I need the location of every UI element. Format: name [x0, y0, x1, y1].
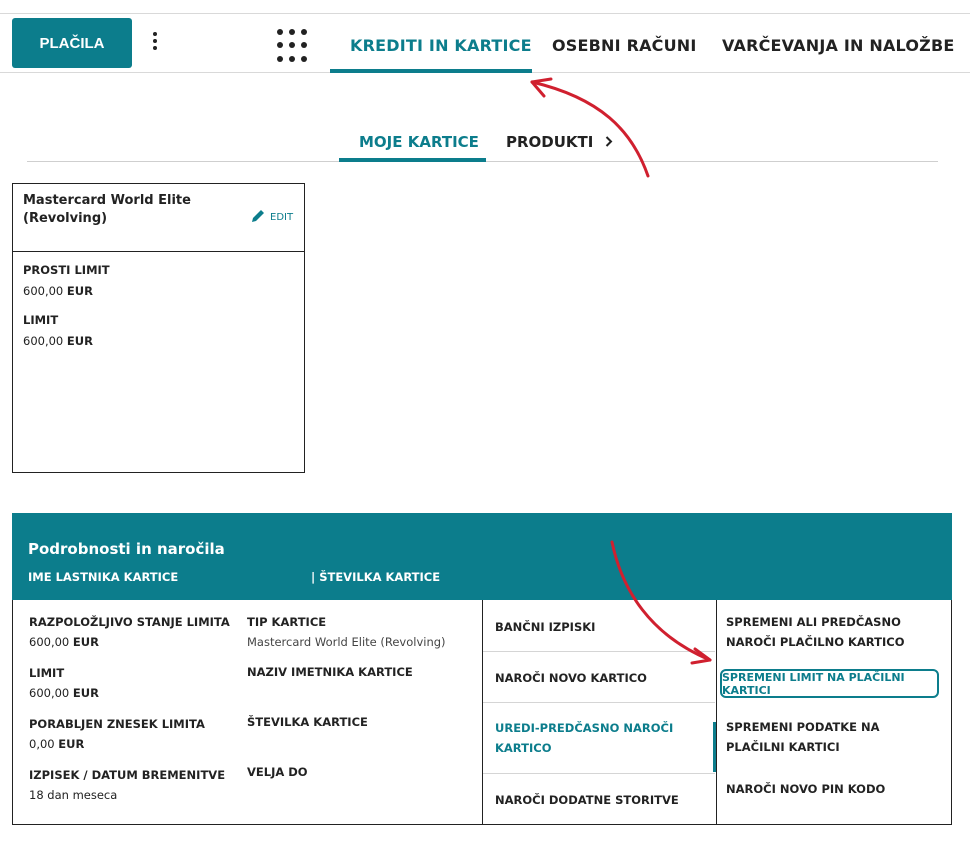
holder-name-label: NAZIV IMETNIKA KARTICE: [247, 665, 413, 679]
menu-additional-services[interactable]: NAROČI DODATNE STORITVE: [483, 790, 715, 810]
tab-my-cards[interactable]: MOJE KARTICE: [359, 133, 479, 151]
menu-edit-card[interactable]: UREDI-PREDČASNO NAROČI KARTICO: [483, 718, 703, 758]
tab-savings-and-investments[interactable]: VARČEVANJA IN NALOŽBE: [722, 36, 955, 55]
limit-info: LIMIT 600,00 EUR: [29, 666, 99, 700]
option-change-limit[interactable]: SPREMENI LIMIT NA PLAČILNI KARTICI: [720, 669, 939, 698]
statement-date: IZPISEK / DATUM BREMENITVE 18 dan meseca: [29, 768, 226, 802]
chevron-right-icon: [605, 133, 613, 151]
edit-button[interactable]: EDIT: [250, 208, 293, 227]
tab-products[interactable]: PRODUKTI: [506, 133, 613, 151]
menu-order-new-card[interactable]: NAROČI NOVO KARTICO: [483, 668, 715, 688]
option-change-card[interactable]: SPREMENI ALI PREDČASNO NAROČI PLAČILNO K…: [726, 612, 941, 652]
column-divider: [716, 600, 717, 825]
free-limit-value: 600,00 EUR: [23, 284, 93, 298]
tab-personal-accounts[interactable]: OSEBNI RAČUNI: [552, 36, 697, 55]
card-type: TIP KARTICE Mastercard World Elite (Revo…: [247, 615, 446, 649]
edit-label: EDIT: [270, 212, 294, 223]
active-subtab-indicator: [339, 158, 486, 162]
card-number-label: | ŠTEVILKA KARTICE: [311, 570, 441, 584]
free-limit-label: PROSTI LIMIT: [23, 263, 110, 277]
top-divider: [0, 13, 970, 14]
apps-grid-icon[interactable]: [277, 29, 311, 63]
tab-credits-and-cards[interactable]: KREDITI IN KARTICE: [350, 36, 532, 55]
menu-divider: [483, 773, 715, 774]
details-title: Podrobnosti in naročila: [28, 540, 225, 558]
menu-divider: [483, 651, 715, 652]
credit-card-tile[interactable]: Mastercard World Elite (Revolving) EDIT …: [12, 183, 305, 473]
used-limit: PORABLJEN ZNESEK LIMITA 0,00 EUR: [29, 717, 205, 751]
card-name: Mastercard World Elite (Revolving): [23, 193, 191, 226]
option-order-new-pin[interactable]: NAROČI NOVO PIN KODO: [726, 779, 941, 799]
available-limit: RAZPOLOŽLJIVO STANJE LIMITA 600,00 EUR: [29, 615, 230, 649]
active-menu-indicator: [713, 722, 716, 772]
option-change-card-data[interactable]: SPREMENI PODATKE NA PLAČILNI KARTICI: [726, 717, 941, 757]
limit-label: LIMIT: [23, 313, 59, 327]
valid-until-label: VELJA DO: [247, 765, 308, 779]
owner-label: IME LASTNIKA KARTICE: [28, 570, 179, 584]
payments-button[interactable]: PLAČILA: [12, 18, 132, 68]
card-header: Mastercard World Elite (Revolving) EDIT: [13, 184, 304, 252]
card-number-field-label: ŠTEVILKA KARTICE: [247, 715, 368, 729]
pencil-icon: [250, 208, 266, 227]
more-menu-icon[interactable]: [148, 32, 162, 54]
menu-divider: [483, 702, 715, 703]
tab-products-label: PRODUKTI: [506, 133, 594, 151]
menu-bank-statements[interactable]: BANČNI IZPISKI: [483, 617, 715, 637]
limit-value: 600,00 EUR: [23, 334, 93, 348]
active-tab-indicator: [330, 69, 532, 73]
details-panel-header: Podrobnosti in naročila IME LASTNIKA KAR…: [12, 513, 952, 600]
